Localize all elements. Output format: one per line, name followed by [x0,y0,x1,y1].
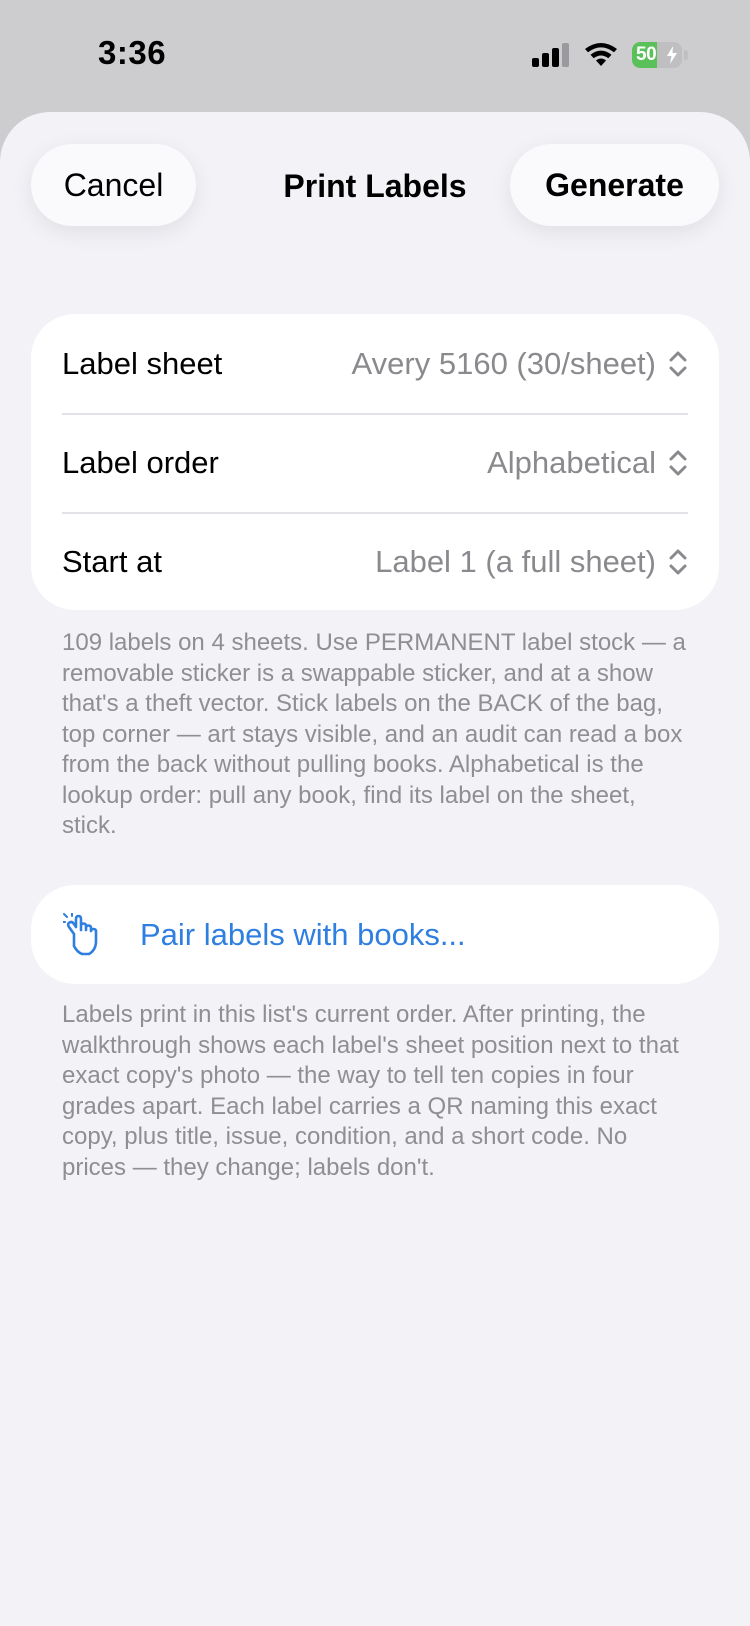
chevron-up-down-icon [669,549,687,574]
bolt-icon [667,46,677,64]
label-sheet-value: Avery 5160 (30/sheet) [351,345,656,381]
generate-button[interactable]: Generate [510,144,719,226]
wifi-icon [585,43,617,66]
status-time: 3:36 [98,34,167,71]
label-settings-group: Label sheet Avery 5160 (30/sheet) Label … [31,314,719,610]
label-order-value: Alphabetical [487,444,656,480]
pair-footnote: Labels print in this list's current orde… [62,1001,679,1181]
battery-cap [684,50,688,60]
label-order-label: Label order [62,444,219,480]
label-order-row[interactable]: Label order Alphabetical [31,413,719,512]
screen: 3:36 50 Cancel Print Labels Generate Lab… [0,0,750,1626]
chevron-up-down-icon [669,351,687,376]
start-at-value: Label 1 (a full sheet) [375,543,656,579]
status-bar: 3:36 50 [0,0,750,110]
battery-level: 50 [636,44,657,65]
pair-labels-button[interactable]: Pair labels with books... [31,885,719,984]
start-at-picker[interactable]: Label 1 (a full sheet) [375,544,688,580]
print-labels-sheet: Cancel Print Labels Generate Label sheet… [0,112,750,1626]
label-sheet-picker[interactable]: Avery 5160 (30/sheet) [352,346,688,382]
label-sheet-label: Label sheet [62,345,223,381]
status-icons: 50 [532,40,688,70]
chevron-up-down-icon [669,450,687,475]
signal-icon [532,43,569,67]
start-at-label: Start at [62,543,162,579]
pair-labels-label: Pair labels with books... [140,916,466,952]
pair-action-group: Pair labels with books... [31,885,719,984]
hand-point-icon [63,912,98,955]
label-sheet-row[interactable]: Label sheet Avery 5160 (30/sheet) [31,314,719,413]
settings-footnote: 109 labels on 4 sheets. Use PERMANENT la… [62,629,686,839]
start-at-row[interactable]: Start at Label 1 (a full sheet) [31,512,719,610]
label-order-picker[interactable]: Alphabetical [487,445,688,481]
battery-icon: 50 [632,42,682,68]
